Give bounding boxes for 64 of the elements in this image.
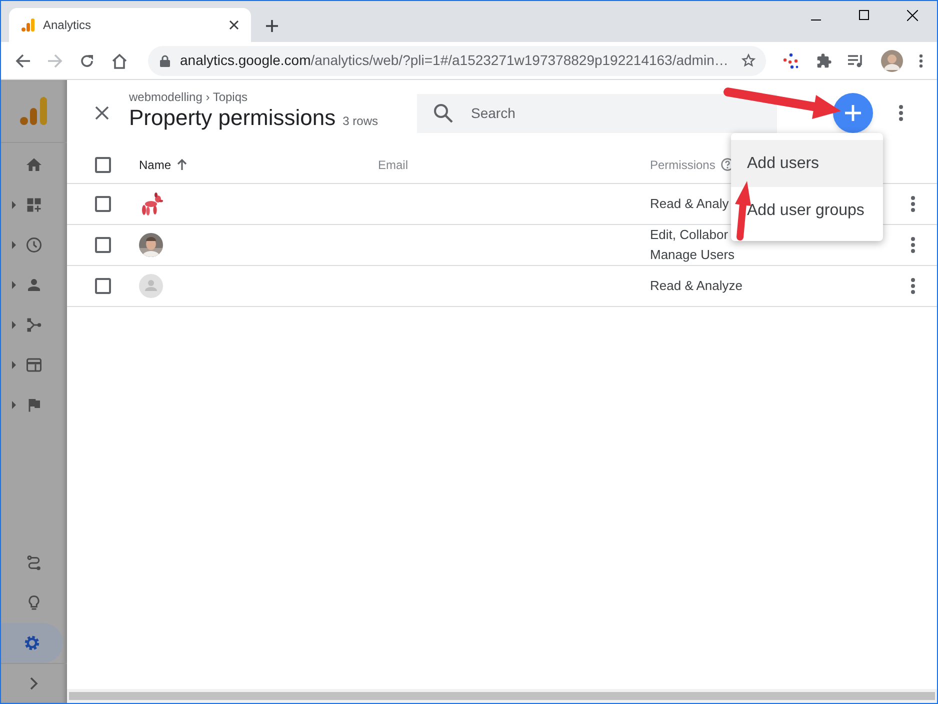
media-queue-icon[interactable]: [848, 54, 865, 68]
search-icon: [433, 103, 453, 123]
expand-caret-icon[interactable]: [12, 241, 16, 249]
default-avatar: [139, 274, 163, 298]
breadcrumb: webmodelling › Topiqs: [129, 90, 249, 104]
tab-title: Analytics: [43, 17, 92, 34]
column-header[interactable]: Name: [139, 156, 172, 174]
close-icon[interactable]: [907, 10, 918, 21]
url-text: analytics.google.com/analytics/web/?pli=1#/a1523271w197378829p192214163/admin…: [180, 51, 730, 70]
home-icon[interactable]: [111, 52, 128, 68]
address-bar[interactable]: analytics.google.com/analytics/web/?pli=1#/a1523271w197378829p192214163/admin…: [148, 46, 766, 76]
checkbox[interactable]: [95, 237, 111, 253]
dashboard-add-icon: [25, 196, 43, 214]
new-tab-icon[interactable]: [265, 19, 279, 33]
back-arrow-icon[interactable]: [15, 52, 31, 68]
star-icon[interactable]: [741, 53, 756, 68]
more-vertical-icon[interactable]: [899, 105, 903, 121]
more-vertical-icon[interactable]: [911, 196, 915, 212]
clock-icon: [25, 236, 43, 254]
horizontal-scrollbar[interactable]: [67, 689, 937, 703]
card-icon: [25, 356, 43, 374]
row-count: 3 rows: [342, 113, 378, 130]
plus-icon: [845, 105, 861, 121]
puzzle-icon[interactable]: [816, 52, 832, 68]
browser-tab[interactable]: Analytics: [9, 8, 251, 42]
more-vertical-icon[interactable]: [911, 237, 915, 253]
more-vertical-icon[interactable]: [911, 278, 915, 294]
expand-caret-icon[interactable]: [12, 201, 16, 209]
expand-caret-icon[interactable]: [12, 401, 16, 409]
search-field[interactable]: Search: [471, 102, 761, 124]
expand-caret-icon[interactable]: [12, 281, 16, 289]
expand-caret-icon[interactable]: [12, 321, 16, 329]
menu-item[interactable]: Add user groups: [731, 187, 883, 234]
bar-chart-icon: [21, 18, 35, 32]
lock-icon: [160, 54, 170, 66]
checkbox[interactable]: [95, 196, 111, 212]
search-bar[interactable]: Search: [417, 94, 777, 132]
page-title: Property permissions: [129, 104, 336, 132]
permission-text: Read & Analy: [650, 195, 729, 213]
permission-text: Read & Analyze: [650, 277, 743, 295]
person-icon: [25, 276, 43, 294]
permission-text: Manage Users: [650, 246, 735, 264]
menu-item[interactable]: Add users: [731, 140, 883, 187]
column-header[interactable]: Email: [378, 156, 408, 174]
more-vertical-icon[interactable]: [919, 54, 923, 68]
home-icon: [25, 156, 43, 174]
column-header[interactable]: Permissions: [650, 156, 716, 174]
add-button[interactable]: [833, 93, 873, 133]
maximize-icon[interactable]: [859, 10, 869, 20]
close-icon[interactable]: [95, 106, 109, 120]
arrow-up-icon[interactable]: [177, 159, 188, 170]
extension-icon[interactable]: [782, 52, 800, 70]
reload-icon[interactable]: [79, 52, 95, 68]
checkbox[interactable]: [95, 156, 111, 172]
permission-text: Edit, Collabor: [650, 226, 728, 244]
branch-icon: [25, 316, 43, 334]
profile-avatar[interactable]: [881, 50, 903, 72]
close-icon[interactable]: [229, 20, 239, 30]
expand-caret-icon[interactable]: [12, 361, 16, 369]
sidebar-item[interactable]: [1, 623, 63, 663]
route-icon: [25, 554, 43, 572]
settings-icon: [23, 634, 41, 652]
chevron-right-icon[interactable]: [30, 677, 38, 690]
checkbox[interactable]: [95, 278, 111, 294]
